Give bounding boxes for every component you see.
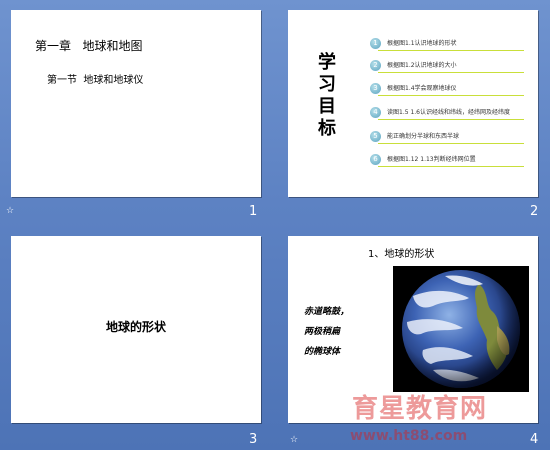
slide-transition-icon: ☆ — [290, 435, 299, 445]
goal-item: 4 读图1.5 1.6认识经线和纬线，经纬网及经纬度 — [370, 106, 524, 120]
divider — [378, 72, 524, 73]
slide-title: 第一章 地球和地图 — [35, 39, 143, 53]
goal-item: 2 根据图1.2认识地球的大小 — [370, 59, 524, 73]
slide-thumbnail-2[interactable]: 学 习 目 标 1 根据图1.1认识地球的形状 2 根据图1.2认识地球的大小 … — [288, 10, 538, 197]
goal-item: 6 根据图1.12 1.13判断经纬网位置 — [370, 153, 524, 167]
divider — [378, 50, 524, 51]
goal-text: 根据图1.1认识地球的形状 — [387, 40, 457, 47]
slide-number: 4 — [530, 432, 539, 447]
caption-line: 的椭球体 — [304, 347, 341, 357]
divider — [378, 143, 524, 144]
slide-subtitle: 第一节 地球和地球仪 — [47, 75, 144, 86]
bullet-icon: 6 — [370, 154, 381, 165]
divider — [378, 166, 524, 167]
earth-image — [393, 266, 529, 392]
goal-text: 读图1.5 1.6认识经线和纬线，经纬网及经纬度 — [387, 109, 510, 116]
title-char: 标 — [318, 118, 336, 139]
slide-title: 地球的形状 — [105, 320, 166, 334]
bullet-icon: 1 — [370, 38, 381, 49]
title-char: 目 — [318, 96, 336, 117]
bullet-icon: 2 — [370, 60, 381, 71]
vertical-title: 学 习 目 标 — [315, 52, 339, 140]
slide-thumbnail-1[interactable]: 第一章 地球和地图 第一节 地球和地球仪 — [11, 10, 261, 197]
goal-text: 根据图1.12 1.13判断经纬网位置 — [387, 156, 476, 163]
earth-globe-icon — [402, 270, 520, 388]
divider — [378, 95, 524, 96]
caption-line: 赤道略鼓， — [304, 307, 350, 317]
goal-item: 5 能正确划分半球和东西半球 — [370, 130, 524, 144]
slide-title: 1、地球的形状 — [368, 249, 435, 260]
bullet-icon: 3 — [370, 83, 381, 94]
title-char: 习 — [318, 74, 336, 95]
slide-number: 3 — [249, 432, 258, 447]
watermark-url: www.ht88.com — [350, 428, 468, 444]
slide-thumbnail-3[interactable]: 地球的形状 — [11, 236, 261, 423]
bullet-icon: 4 — [370, 107, 381, 118]
slide-number: 1 — [249, 204, 258, 219]
caption-line: 两极稍扁 — [304, 327, 341, 337]
goal-text: 根据图1.4学会观察地球仪 — [387, 85, 457, 92]
goal-text: 根据图1.2认识地球的大小 — [387, 62, 457, 69]
watermark-logo: 育星教育网 — [352, 394, 488, 424]
bullet-icon: 5 — [370, 131, 381, 142]
divider — [378, 119, 524, 120]
slide-number: 2 — [530, 204, 539, 219]
slide-transition-icon: ☆ — [6, 206, 15, 216]
goal-item: 3 根据图1.4学会观察地球仪 — [370, 82, 524, 96]
goal-text: 能正确划分半球和东西半球 — [387, 133, 460, 140]
slide-caption: 赤道略鼓， 两极稍扁 的椭球体 — [304, 302, 374, 362]
goal-item: 1 根据图1.1认识地球的形状 — [370, 37, 524, 51]
title-char: 学 — [318, 52, 336, 73]
